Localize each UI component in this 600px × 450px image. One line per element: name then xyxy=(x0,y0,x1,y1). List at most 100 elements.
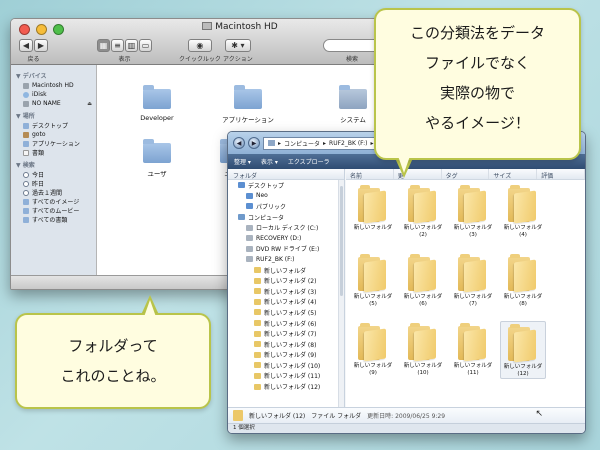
tree-item-recovery[interactable]: RECOVERY (D:) xyxy=(228,233,344,244)
tree-item-new-folder-1[interactable]: 新しいフォルダ xyxy=(228,265,344,276)
folder-icon xyxy=(254,372,261,379)
column-rating[interactable]: 評価 xyxy=(537,169,585,180)
tree-scroll-thumb[interactable] xyxy=(340,186,343,296)
tree-item-new-folder-3[interactable]: 新しいフォルダ (3) xyxy=(228,286,344,297)
file-item[interactable]: 新しいフォルダ (4) xyxy=(500,183,546,239)
file-item[interactable]: 新しいフォルダ (7) xyxy=(450,252,496,308)
file-item[interactable]: 新しいフォルダ (2) xyxy=(400,183,446,239)
eject-icon[interactable]: ⏏ xyxy=(87,101,92,107)
file-item[interactable]: 新しいフォルダ (8) xyxy=(500,252,546,308)
tree-item-label: パブリック xyxy=(256,203,287,211)
tree-scrollbar[interactable] xyxy=(338,180,344,407)
tree-item-new-folder-8[interactable]: 新しいフォルダ (8) xyxy=(228,339,344,350)
file-item[interactable]: 新しいフォルダ (12) xyxy=(500,321,546,379)
sidebar-item-all-movies[interactable]: すべてのムービー xyxy=(11,206,96,215)
folder-label: アプリケーション xyxy=(222,116,274,124)
folder-label: Developer xyxy=(140,114,174,122)
users-folder-icon xyxy=(143,139,171,163)
action-button[interactable]: ✱ ▾ xyxy=(224,39,251,52)
organize-button[interactable]: 整理 ▾ xyxy=(234,157,251,166)
tree-item-label: 新しいフォルダ (3) xyxy=(264,288,317,296)
tree-item-new-folder-7[interactable]: 新しいフォルダ (7) xyxy=(228,328,344,339)
document-icon xyxy=(23,149,29,156)
folder-item-applications[interactable]: アプリケーション xyxy=(213,85,283,124)
tree-item-dvd-drive[interactable]: DVD RW ドライブ (E:) xyxy=(228,244,344,255)
folder-icon xyxy=(458,254,488,293)
tree-item-new-folder-2[interactable]: 新しいフォルダ (2) xyxy=(228,275,344,286)
sidebar-item-applications[interactable]: アプリケーション xyxy=(11,139,96,148)
sidebar-item-all-documents[interactable]: すべての書類 xyxy=(11,215,96,224)
sidebar-item-yesterday[interactable]: 昨日 xyxy=(11,179,96,188)
tree-item-new-folder-10[interactable]: 新しいフォルダ (10) xyxy=(228,360,344,371)
sidebar-item-goto[interactable]: goto xyxy=(11,130,96,139)
tree-item-usb-drive[interactable]: RUF2_BK (F:) xyxy=(228,254,344,265)
column-view-button[interactable]: ▥ xyxy=(125,39,138,52)
file-label-number: (3) xyxy=(469,232,477,238)
action-label: アクション xyxy=(223,56,253,63)
tree-item-label: Neo xyxy=(256,192,268,200)
tree-item-desktop[interactable]: デスクトップ xyxy=(228,180,344,191)
tree-item-local-disk[interactable]: ローカル ディスク (C:) xyxy=(228,222,344,233)
details-type: ファイル フォルダ xyxy=(311,413,362,420)
icon-view-button[interactable]: ▦ xyxy=(97,39,110,52)
sidebar-item-desktop[interactable]: デスクトップ xyxy=(11,121,96,130)
file-item[interactable]: 新しいフォルダ (10) xyxy=(400,321,446,377)
file-label: 新しいフォルダ xyxy=(453,294,493,300)
back-button[interactable]: ◀ xyxy=(233,137,245,149)
details-pane: 新しいフォルダ (12) ファイル フォルダ 更新日時: 2009/06/25 … xyxy=(228,407,585,423)
folder-icon xyxy=(254,320,261,327)
list-view-button[interactable]: ≡ xyxy=(111,39,124,52)
search-label: 検索 xyxy=(345,56,358,63)
views-button[interactable]: 表示 ▾ xyxy=(261,157,278,166)
folder-icon xyxy=(254,267,261,274)
file-item[interactable]: 新しいフォルダ (11) xyxy=(450,321,496,377)
file-item[interactable]: 新しいフォルダ (9) xyxy=(350,321,396,377)
file-label: 新しいフォルダ xyxy=(403,225,443,231)
column-tags[interactable]: タグ xyxy=(442,169,490,180)
coverflow-view-button[interactable]: ▭ xyxy=(139,39,152,52)
folder-item-users[interactable]: ユーザ xyxy=(122,139,192,178)
forward-button[interactable]: ▶ xyxy=(248,137,260,149)
breadcrumb-computer[interactable]: コンピュータ xyxy=(284,139,320,148)
speech-bubble-bottom: フォルダって これのことね。 xyxy=(15,313,211,409)
file-item[interactable]: 新しいフォルダ xyxy=(350,183,396,232)
tree-item-new-folder-11[interactable]: 新しいフォルダ (11) xyxy=(228,371,344,382)
tree-item-new-folder-4[interactable]: 新しいフォルダ (4) xyxy=(228,297,344,308)
tree-item-label: ローカル ディスク (C:) xyxy=(256,225,319,233)
forward-button[interactable]: ▶ xyxy=(34,39,48,52)
sidebar-item-today[interactable]: 今日 xyxy=(11,170,96,179)
tree-item-user[interactable]: Neo xyxy=(228,191,344,202)
column-size[interactable]: サイズ xyxy=(489,169,538,180)
folder-tree-header[interactable]: フォルダ xyxy=(228,169,344,180)
tree-item-new-folder-5[interactable]: 新しいフォルダ (5) xyxy=(228,307,344,318)
tree-item-new-folder-12[interactable]: 新しいフォルダ (12) xyxy=(228,381,344,392)
file-item[interactable]: 新しいフォルダ (5) xyxy=(350,252,396,308)
back-button[interactable]: ◀ xyxy=(19,39,33,52)
explore-button[interactable]: エクスプローラ xyxy=(288,157,330,166)
file-item[interactable]: 新しいフォルダ (6) xyxy=(400,252,446,308)
sidebar-item-macintosh-hd[interactable]: Macintosh HD xyxy=(11,81,96,90)
sidebar-item-all-images[interactable]: すべてのイメージ xyxy=(11,197,96,206)
folder-item-developer[interactable]: Developer xyxy=(122,85,192,122)
bubble-text-line: 実際の物で xyxy=(439,84,515,102)
sidebar-item-documents[interactable]: 書類 xyxy=(11,148,96,157)
tree-item-new-folder-6[interactable]: 新しいフォルダ (6) xyxy=(228,318,344,329)
tree-item-new-folder-9[interactable]: 新しいフォルダ (9) xyxy=(228,350,344,361)
finder-sidebar: ▼ デバイス Macintosh HD iDisk NO NAME ⏏ ▼ 場所 … xyxy=(11,65,97,275)
file-item[interactable]: 新しいフォルダ (3) xyxy=(450,183,496,239)
arrow-right-icon: ▶ xyxy=(37,41,45,50)
bubble-text-line: ファイルでなく xyxy=(424,54,530,72)
sidebar-item-idisk[interactable]: iDisk xyxy=(11,90,96,99)
quicklook-button[interactable]: ◉ xyxy=(187,39,212,52)
folder-icon xyxy=(254,330,261,337)
sidebar-item-past-week[interactable]: 過去１週間 xyxy=(11,188,96,197)
folder-label: ユーザ xyxy=(147,170,167,178)
file-label: 新しいフォルダ xyxy=(453,225,493,231)
tree-item-computer[interactable]: コンピュータ xyxy=(228,212,344,223)
applications-folder-icon xyxy=(234,85,262,109)
search-input[interactable] xyxy=(323,39,381,52)
column-name[interactable]: 名前 xyxy=(346,169,394,180)
tree-item-public[interactable]: パブリック xyxy=(228,201,344,212)
breadcrumb-drive[interactable]: RUF2_BK (F:) xyxy=(329,140,367,147)
sidebar-item-no-name[interactable]: NO NAME ⏏ xyxy=(11,99,96,108)
